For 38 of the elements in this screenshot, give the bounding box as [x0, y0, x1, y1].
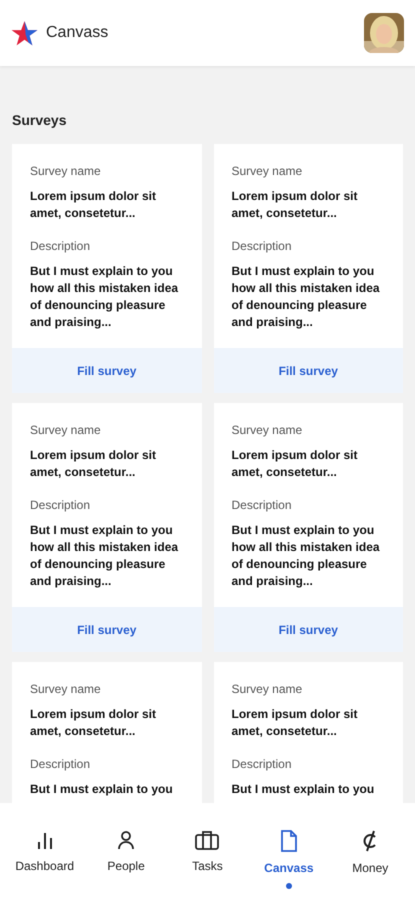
nav-tab[interactable]: Dashboard — [10, 829, 80, 875]
nav-tab[interactable]: Canvass — [254, 829, 324, 877]
field-label: Description — [30, 238, 92, 255]
nav-tab[interactable]: Tasks — [172, 829, 242, 875]
survey-description: But I must explain to you how all this mistaken idea of denouncing pleasure and praising... — [30, 522, 180, 590]
survey-description: But I must explain to you how all this mistaken idea of denouncing pleasure and praising... — [232, 263, 381, 331]
fill-survey-button[interactable]: Fill survey — [12, 348, 202, 393]
field-label: Description — [232, 238, 293, 255]
field-label: Survey name — [232, 422, 304, 439]
section-title: Surveys — [12, 111, 68, 130]
nav-tab[interactable]: People — [91, 829, 162, 875]
field-label: Description — [30, 756, 92, 773]
field-label: Survey name — [30, 681, 102, 698]
survey-description: But I must explain to you how all this mistaken idea of denouncing pleasure and praising... — [232, 522, 381, 590]
field-label: Description — [30, 497, 92, 514]
fill-survey-button[interactable]: Fill survey — [12, 607, 202, 652]
field-label: Description — [232, 497, 293, 514]
nav-tab[interactable]: Money — [335, 829, 406, 877]
star-logo-icon — [11, 20, 38, 46]
survey-name: Lorem ipsum dolor sit amet, consetetur... — [232, 188, 359, 222]
fill-survey-button[interactable]: Fill survey — [214, 607, 403, 652]
survey-name: Lorem ipsum dolor sit amet, consetetur... — [232, 706, 359, 740]
survey-name: Lorem ipsum dolor sit amet, consetetur... — [30, 188, 158, 222]
survey-name: Lorem ipsum dolor sit amet, consetetur... — [30, 706, 158, 740]
field-label: Survey name — [30, 422, 102, 439]
active-indicator-icon — [286, 883, 292, 889]
app-title: Canvass — [46, 23, 108, 43]
survey-name: Lorem ipsum dolor sit amet, consetetur... — [232, 447, 359, 481]
field-label: Survey name — [232, 681, 304, 698]
field-label: Survey name — [232, 163, 304, 180]
survey-description: But I must explain to you — [232, 781, 376, 798]
survey-description: But I must explain to you how all this mistaken idea of denouncing pleasure and praising... — [30, 263, 180, 331]
field-label: Description — [232, 756, 293, 773]
briefcase-icon — [194, 829, 220, 851]
survey-description: But I must explain to you — [30, 781, 174, 798]
fill-survey-button[interactable]: Fill survey — [214, 348, 403, 393]
field-label: Survey name — [30, 163, 102, 180]
survey-name: Lorem ipsum dolor sit amet, consetetur... — [30, 447, 158, 481]
